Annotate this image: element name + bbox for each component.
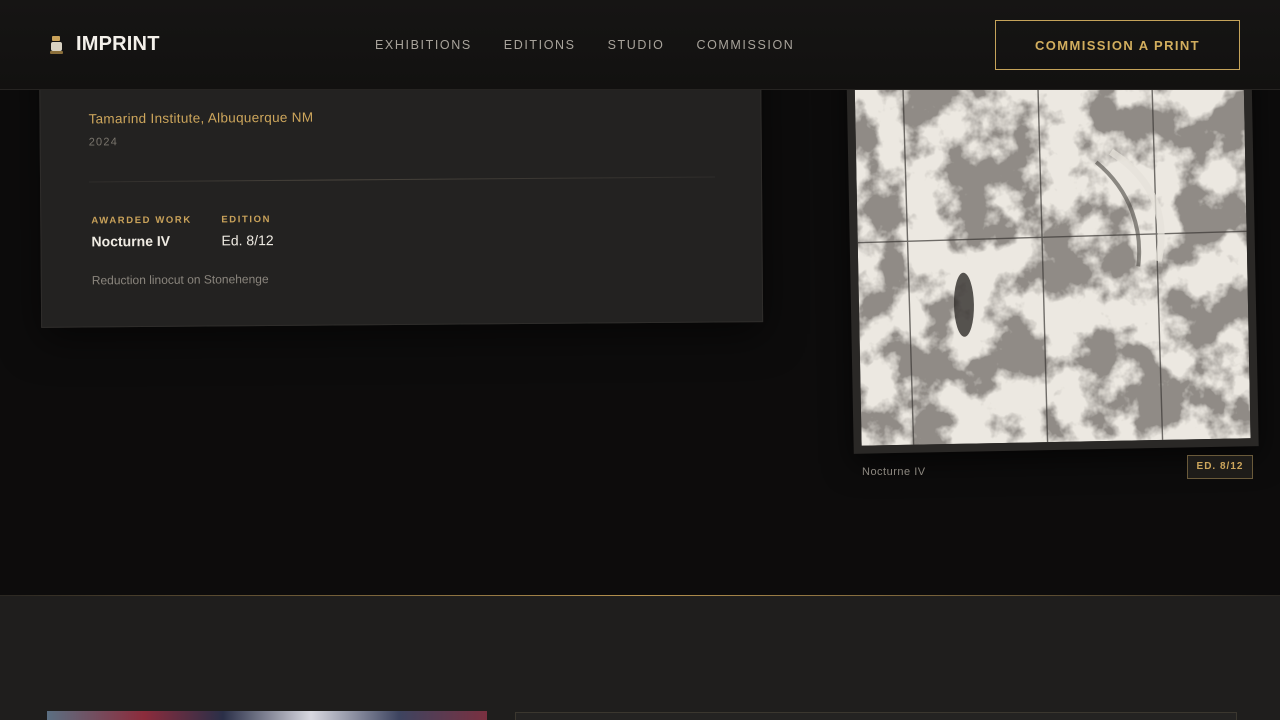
artwork-caption: Nocturne IV	[862, 466, 926, 478]
main-nav: EXHIBITIONS EDITIONS STUDIO COMMISSION	[375, 38, 826, 52]
nav-commission[interactable]: COMMISSION	[696, 38, 794, 52]
card-divider	[89, 176, 716, 183]
page: IMPRINT EXHIBITIONS EDITIONS STUDIO COMM…	[0, 0, 1280, 720]
brand[interactable]: IMPRINT	[48, 33, 160, 56]
edition-badge: ED. 8/12	[1187, 455, 1253, 479]
commission-print-button[interactable]: COMMISSION A PRINT	[995, 20, 1240, 70]
artwork-figure	[846, 51, 1259, 459]
site-header: IMPRINT EXHIBITIONS EDITIONS STUDIO COMM…	[0, 0, 1280, 90]
award-venue: Tamarind Institute, Albuquerque NM	[88, 109, 314, 127]
awarded-work-label: AWARDED WORK	[91, 214, 192, 227]
next-section	[0, 595, 1280, 720]
nav-editions[interactable]: EDITIONS	[504, 38, 576, 52]
nav-exhibitions[interactable]: EXHIBITIONS	[375, 38, 472, 52]
edition-value: Ed. 8/12	[221, 232, 274, 249]
awarded-work-value: Nocturne IV	[91, 232, 171, 250]
edition-meta: EDITION Ed. 8/12	[221, 214, 273, 248]
awarded-work-meta: AWARDED WORK Nocturne IV	[91, 215, 192, 250]
artwork-frame	[846, 51, 1259, 454]
edition-label: EDITION	[221, 214, 272, 226]
nav-studio[interactable]: STUDIO	[608, 38, 665, 52]
next-award-card	[515, 712, 1237, 720]
artwork-print-image[interactable]	[854, 59, 1251, 446]
next-artwork-thumbnail[interactable]	[47, 711, 487, 720]
brayer-logo-icon	[50, 35, 63, 54]
medium-text: Reduction linocut on Stonehenge	[91, 272, 269, 288]
award-year: 2024	[88, 136, 119, 149]
section-divider	[0, 595, 1280, 596]
brand-name: IMPRINT	[76, 33, 160, 55]
